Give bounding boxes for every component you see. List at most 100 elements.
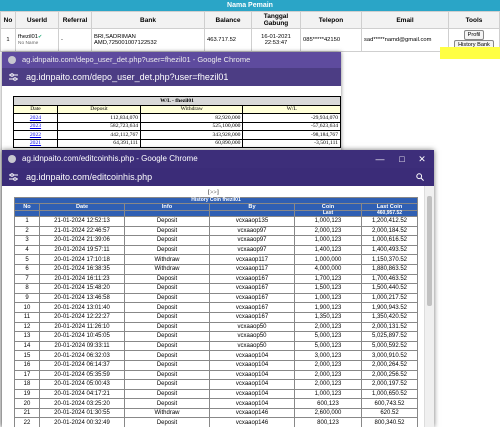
coin-row: 9 20-01-2024 13:46:58 Deposit vcxaaop167 1,0… — [14, 292, 418, 304]
col-phone: Telepon — [300, 11, 362, 29]
wl-value: -3,501,111 — [242, 138, 341, 148]
maximize-button[interactable]: □ — [394, 150, 410, 168]
row-balance: 463.717.52 — [204, 28, 252, 52]
coin-row: 13 20-01-2024 10:45:05 Deposit vcxaaop50 5,0… — [14, 331, 418, 342]
coin-row-by: vcxaaop50 — [209, 331, 295, 342]
coin-row-info: Withdraw — [124, 263, 210, 275]
wl-window-titlebar[interactable]: ag.idnpaito.com/depo_user_det.php?user=f… — [2, 52, 341, 68]
coin-row-date: 20-01-2024 06:32:03 — [39, 350, 125, 361]
coin-row-no: 8 — [14, 283, 40, 294]
wl-row: 2023 582,723,634 525,100,000 -57,623,634 — [13, 121, 341, 131]
coin-row-date: 20-01-2024 10:45:05 — [39, 331, 125, 342]
coin-row: 17 20-01-2024 05:35:59 Deposit vcxaaop104 2,… — [14, 369, 418, 381]
wl-deposit: 442,112,767 — [56, 130, 142, 140]
coin-row-coin: 1,000,123 — [294, 216, 362, 227]
coin-row: 12 20-01-2024 11:26:10 Deposit vcxaaop50 2,0… — [14, 321, 418, 333]
coin-row-last: 1,880,863.52 — [361, 263, 418, 275]
coin-row-last: 600,743.52 — [361, 398, 418, 409]
site-info-icon[interactable] — [9, 73, 18, 81]
row-email: sad*****namd@gmail.com — [361, 28, 449, 52]
coin-row: 19 20-01-2024 04:17:21 Deposit vcxaaop104 1,… — [14, 388, 418, 400]
coin-row-info: Deposit — [124, 283, 210, 294]
verified-icon: ✔ — [37, 34, 43, 40]
wl-window-title: ag.idnpaito.com/depo_user_det.php?user=f… — [22, 55, 251, 64]
coin-row: 5 20-01-2024 17:10:18 Withdraw vcxaaop117 1,… — [14, 254, 418, 265]
coin-url[interactable]: ag.idnpaito.com/editcoinhis.php — [26, 172, 152, 182]
wl-date-cell: 2023 — [13, 121, 58, 131]
scrollbar-thumb[interactable] — [427, 196, 432, 306]
coin-row-by: vcxaaop117 — [209, 263, 295, 275]
coin-address-bar[interactable]: ag.idnpaito.com/editcoinhis.php — [2, 168, 434, 186]
coin-row-coin: 1,400,123 — [294, 244, 362, 256]
coin-row-coin: 2,000,123 — [294, 321, 362, 333]
wl-year-link[interactable]: 2021 — [30, 140, 41, 146]
row-userid-cell: fhezil01✔ No Name — [15, 28, 59, 52]
coin-row-info: Deposit — [124, 340, 210, 352]
wl-address-bar[interactable]: ag.idnpaito.com/depo_user_det.php?user=f… — [2, 68, 341, 86]
player-row: 1 fhezil01✔ No Name - BRI,SADRIMAN AMD,7… — [0, 28, 500, 52]
wl-year-link[interactable]: 2023 — [30, 123, 41, 129]
row-joined-time: 22:53:47 — [264, 40, 288, 46]
coin-row-no: 20 — [14, 398, 40, 409]
coin-col-info: Info — [124, 203, 210, 211]
player-table: No UserId Referral Bank Balance Tanggal … — [0, 11, 500, 52]
site-info-icon[interactable] — [9, 173, 18, 181]
wl-date-cell: 2022 — [13, 130, 58, 140]
coin-row-by: vcxaaop146 — [209, 407, 295, 419]
wl-date-cell: 2021 — [13, 138, 58, 148]
wl-deposit: 64,391,111 — [56, 138, 142, 148]
coin-row-date: 20-01-2024 21:39:06 — [39, 235, 125, 246]
coin-row-info: Deposit — [124, 244, 210, 256]
coin-row-date: 20-01-2024 01:30:55 — [39, 407, 125, 419]
coin-row-date: 20-01-2024 05:00:43 — [39, 379, 125, 390]
coin-row-info: Deposit — [124, 417, 210, 427]
coin-row: 21 20-01-2024 01:30:55 Withdraw vcxaaop146 2… — [14, 407, 418, 419]
chrome-icon — [8, 155, 16, 163]
profil-button[interactable]: Profil — [463, 30, 485, 40]
coin-row-date: 20-01-2024 09:33:11 — [39, 340, 125, 352]
close-button[interactable]: ✕ — [414, 150, 430, 168]
coin-row-no: 22 — [14, 417, 40, 427]
coin-row-last: 620.52 — [361, 407, 418, 419]
col-balance: Balance — [204, 11, 252, 29]
coin-row-info: Deposit — [124, 388, 210, 400]
wl-url[interactable]: ag.idnpaito.com/depo_user_det.php?user=f… — [26, 72, 228, 82]
wl-col-withdraw: Withdraw — [140, 104, 244, 114]
wl-deposit: 582,723,634 — [56, 121, 142, 131]
coin-row: 8 20-01-2024 15:48:20 Deposit vcxaaop167 1,5… — [14, 283, 418, 294]
wl-table: W/L - fhezil01 Date Deposit Withdraw W/L… — [13, 96, 341, 148]
wl-withdraw: 60,890,000 — [140, 138, 244, 148]
coin-row-no: 10 — [14, 302, 40, 313]
next-page-link[interactable]: [>>] — [208, 190, 219, 196]
wl-row: 2024 112,834,070 82,920,000 -29,934,070 — [13, 113, 341, 123]
coin-col-by: By — [209, 203, 295, 211]
row-userid[interactable]: fhezil01 — [18, 34, 38, 40]
coin-row-by: vcxaaop146 — [209, 417, 295, 427]
coin-row-coin: 800,123 — [294, 417, 362, 427]
col-no: No — [0, 11, 16, 29]
coin-window-titlebar[interactable]: ag.idnpaito.com/editcoinhis.php - Google… — [2, 150, 434, 168]
scrollbar[interactable] — [424, 186, 434, 427]
coin-row-by: vcxaaop97 — [209, 244, 295, 256]
wl-year-link[interactable]: 2022 — [30, 132, 41, 138]
coin-row-info: Withdraw — [124, 254, 210, 265]
search-icon[interactable] — [416, 173, 424, 181]
wl-year-link[interactable]: 2024 — [30, 115, 41, 121]
wl-value: -98,184,767 — [242, 130, 341, 140]
coin-row-by: vcxaaop167 — [209, 311, 295, 323]
minimize-button[interactable]: — — [372, 150, 388, 168]
coin-row: 16 20-01-2024 06:14:37 Deposit vcxaaop104 2,… — [14, 359, 418, 371]
coin-row-coin: 2,000,123 — [294, 369, 362, 381]
coin-row-coin: 1,700,123 — [294, 273, 362, 285]
coin-row-info: Deposit — [124, 273, 210, 285]
row-bank-line2: AMD,725001007122532 — [94, 40, 157, 46]
coin-row-no: 16 — [14, 359, 40, 371]
coin-row-by: vcxaaop167 — [209, 302, 295, 313]
coin-row-info: Deposit — [124, 398, 210, 409]
coin-history-window[interactable]: ag.idnpaito.com/editcoinhis.php - Google… — [2, 150, 434, 427]
coin-row-last: 2,000,264.52 — [361, 359, 418, 371]
coin-row-last: 1,000,616.52 — [361, 235, 418, 246]
coin-row-date: 20-01-2024 05:35:59 — [39, 369, 125, 381]
wl-row: 2021 64,391,111 60,890,000 -3,501,111 — [13, 138, 341, 148]
coin-row-info: Deposit — [124, 369, 210, 381]
